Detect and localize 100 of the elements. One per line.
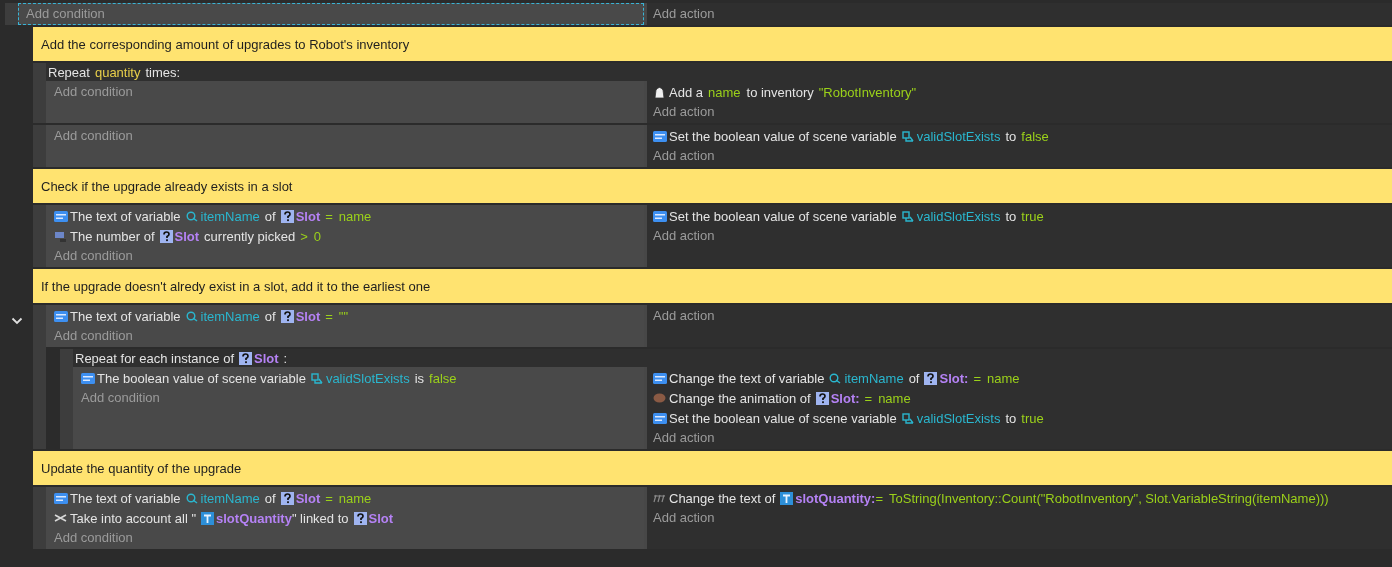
variable-icon [54, 310, 68, 322]
object-name: Slot [295, 308, 321, 324]
instruction-text: of [264, 308, 276, 324]
instruction-text: Set the boolean value of scene variable [669, 410, 897, 426]
question-object-icon [280, 209, 294, 223]
instruction-text: times: [145, 64, 181, 80]
instruction-text: is [414, 370, 425, 386]
instruction-text: currently picked [204, 228, 296, 244]
instruction-text: The text of variable [70, 208, 181, 224]
add-action-link[interactable]: Add action [653, 306, 715, 326]
add-condition-link[interactable]: Add condition [54, 246, 133, 266]
comment-text: Check if the upgrade already exists in a slot [41, 178, 293, 194]
sprite-icon [653, 393, 666, 403]
event-bar[interactable] [33, 305, 46, 449]
object-name: slotQuantity [216, 510, 292, 526]
parameter-value: false [1021, 128, 1049, 144]
instruction-text: of [908, 370, 920, 386]
parameter-value: name [338, 490, 372, 506]
parameter-value: 0 [313, 228, 321, 244]
instruction-text: Repeat for each instance of [75, 350, 234, 366]
question-object-icon [239, 351, 252, 365]
instruction-text: to [1005, 208, 1017, 224]
event-bar[interactable] [33, 125, 46, 167]
parameter-value: false [429, 370, 457, 386]
add-action-link[interactable]: Add action [653, 102, 715, 122]
event-bar[interactable] [33, 487, 46, 549]
object-name: Slot: [939, 370, 969, 386]
scene-variable-icon [901, 412, 914, 424]
comment-text: Add the corresponding amount of upgrades to Robot's inventory [41, 36, 410, 52]
instruction-text: to [1005, 410, 1017, 426]
event-bar[interactable] [33, 63, 46, 123]
variable-name: validSlotExists [916, 208, 1001, 224]
parameter-value: "" [338, 308, 349, 324]
object-name: Slot [368, 510, 394, 526]
comment-text: If the upgrade doesn't alredy exist in a slot, add it to the earliest one [41, 278, 431, 294]
question-object-icon [280, 309, 294, 323]
variable-icon [54, 210, 68, 222]
variable-name: validSlotExists [916, 128, 1001, 144]
object-name: Slot [295, 490, 321, 506]
instruction-text: Change the text of variable [669, 370, 825, 386]
variable-icon [653, 372, 667, 384]
add-action-link[interactable]: Add action [653, 226, 715, 246]
add-action-link[interactable]: Add action [653, 146, 715, 166]
parameter-value: = [973, 370, 981, 386]
variable-icon [653, 210, 667, 222]
parameter-value: = [325, 490, 333, 506]
variable-name: validSlotExists [916, 410, 1001, 426]
event-bar[interactable] [60, 349, 73, 449]
variable-name: validSlotExists [325, 370, 410, 386]
question-object-icon [353, 511, 367, 525]
parameter-value: true [1021, 208, 1044, 224]
variable-name: itemName [200, 208, 260, 224]
question-object-icon [280, 491, 294, 505]
add-condition-link[interactable]: Add condition [81, 388, 160, 408]
question-object-icon [159, 229, 173, 243]
instruction-text: Add a [669, 84, 703, 100]
instruction-text: to inventory [746, 84, 814, 100]
instruction-text: Set the boolean value of scene variable [669, 128, 897, 144]
instruction-text: " linked to [291, 510, 349, 526]
add-condition-link[interactable]: Add condition [54, 528, 133, 548]
parameter-value: > [300, 228, 308, 244]
parameter-value: = [325, 208, 333, 224]
parameter-value: quantity [94, 64, 141, 80]
parameter-value: ToString(Inventory::Count("RobotInventory", Slot.VariableString(itemName))) [889, 490, 1329, 506]
add-condition-link[interactable]: Add condition [54, 82, 133, 102]
add-action-link[interactable]: Add action [653, 508, 715, 528]
add-condition-link[interactable]: Add condition [54, 126, 133, 146]
add-condition-link[interactable]: Add condition [26, 4, 105, 24]
text-object-icon [780, 491, 794, 505]
collapse-chevron-icon[interactable] [10, 317, 23, 325]
variable-name: itemName [844, 370, 904, 386]
scene-variable-icon [901, 210, 914, 222]
parameter-value: name [878, 390, 911, 406]
add-action-link[interactable]: Add action [653, 4, 715, 24]
instruction-text: The text of variable [70, 490, 181, 506]
text-object-icon [201, 511, 215, 525]
variable-icon [653, 130, 667, 142]
object-name: Slot [174, 228, 200, 244]
instruction-text: of [264, 490, 276, 506]
question-object-icon [815, 391, 829, 405]
instruction-text: Take into account all " [70, 510, 197, 526]
instruction-text: of [264, 208, 276, 224]
variable-icon [81, 372, 95, 384]
parameter-value: "RobotInventory" [818, 84, 917, 100]
variable-link-icon [185, 210, 198, 222]
instruction-text: The boolean value of scene variable [97, 370, 306, 386]
variable-icon [54, 492, 68, 504]
variable-name: itemName [200, 308, 260, 324]
instruction-text: Set the boolean value of scene variable [669, 208, 897, 224]
variable-link-icon [185, 492, 198, 504]
event-bar[interactable] [5, 3, 18, 25]
add-action-link[interactable]: Add action [653, 428, 715, 448]
event-bar[interactable] [33, 205, 46, 267]
scene-variable-icon [901, 130, 914, 142]
parameter-value: = [325, 308, 333, 324]
object-name: slotQuantity: [795, 490, 876, 506]
add-condition-link[interactable]: Add condition [54, 326, 133, 346]
parameter-value: = [864, 390, 873, 406]
parameter-value: true [1021, 410, 1044, 426]
instruction-text: : [283, 350, 288, 366]
